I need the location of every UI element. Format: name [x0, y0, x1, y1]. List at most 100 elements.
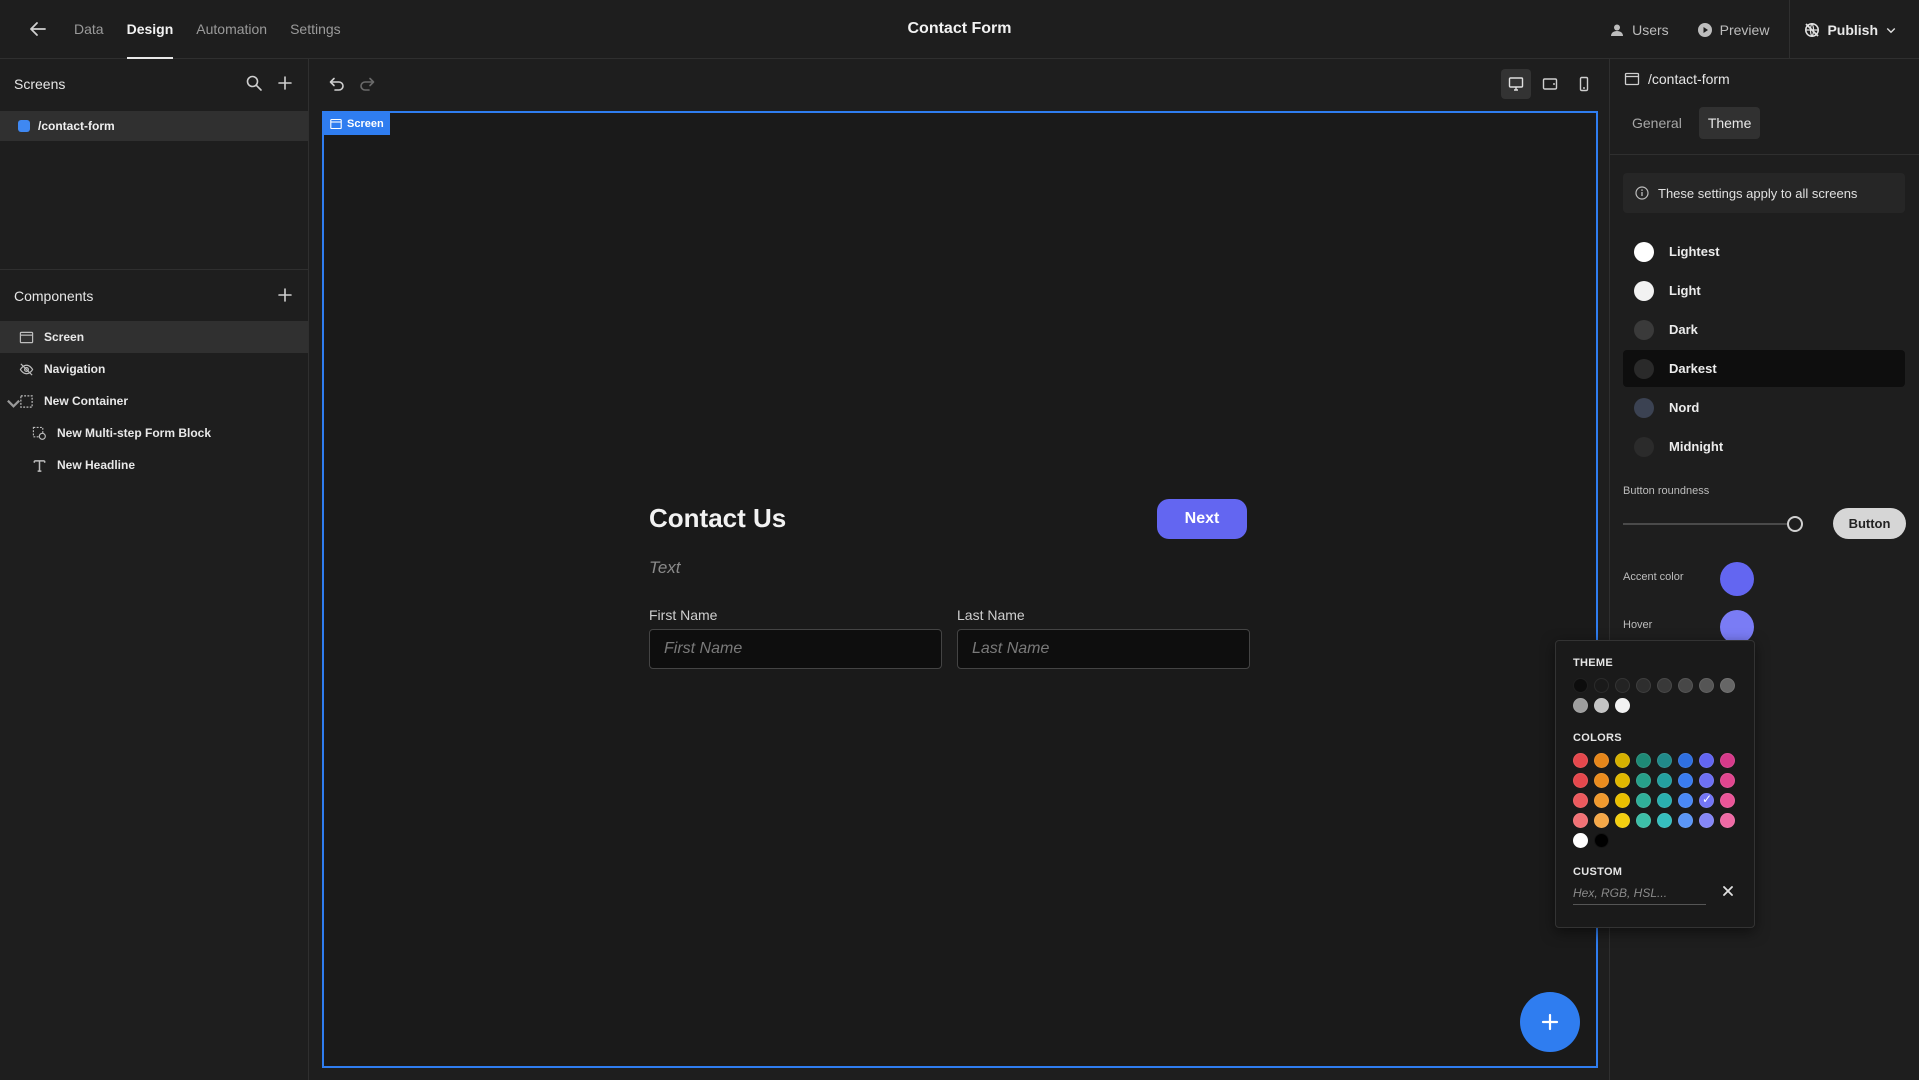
color-swatch[interactable] [1594, 773, 1609, 788]
color-swatch[interactable] [1573, 773, 1588, 788]
color-swatch[interactable] [1573, 678, 1588, 693]
color-swatch[interactable] [1678, 813, 1693, 828]
color-swatch[interactable] [1594, 698, 1609, 713]
screen-tag[interactable]: Screen [324, 113, 390, 135]
components-header: Components [0, 270, 308, 318]
publish-button[interactable]: Publish [1789, 0, 1919, 59]
theme-option-dark[interactable]: Dark [1623, 311, 1905, 348]
form-text-placeholder[interactable]: Text [649, 558, 681, 578]
color-swatch[interactable] [1699, 753, 1714, 768]
color-swatch[interactable] [1699, 813, 1714, 828]
color-swatch[interactable] [1699, 773, 1714, 788]
desktop-view-button[interactable] [1501, 69, 1531, 99]
color-swatch[interactable] [1615, 753, 1630, 768]
color-swatch[interactable] [1615, 793, 1630, 808]
slider-thumb[interactable] [1787, 516, 1803, 532]
component-item-multistep-form[interactable]: New Multi-step Form Block [0, 417, 308, 449]
tab-design[interactable]: Design [126, 0, 173, 59]
screen-frame[interactable]: Screen Contact Us Next Text First Name L… [322, 111, 1598, 1068]
color-swatch[interactable] [1657, 793, 1672, 808]
last-name-field[interactable] [957, 629, 1250, 669]
color-swatch[interactable] [1594, 813, 1609, 828]
component-item-screen[interactable]: Screen [0, 321, 308, 353]
color-swatch[interactable] [1594, 753, 1609, 768]
close-icon[interactable] [1721, 884, 1735, 898]
color-swatch[interactable] [1657, 773, 1672, 788]
color-swatch[interactable] [1573, 698, 1588, 713]
add-component-fab[interactable] [1520, 992, 1580, 1052]
component-item-navigation[interactable]: Navigation [0, 353, 308, 385]
next-button[interactable]: Next [1157, 499, 1247, 539]
hover-color-label: Hover [1623, 619, 1653, 631]
color-swatch[interactable] [1615, 678, 1630, 693]
redo-icon[interactable] [358, 74, 378, 94]
plus-icon [1540, 1012, 1560, 1032]
button-preview[interactable]: Button [1833, 508, 1906, 539]
accent-color-swatch[interactable] [1720, 562, 1754, 596]
color-swatch[interactable] [1615, 813, 1630, 828]
component-item-new-container[interactable]: New Container [0, 385, 308, 417]
color-swatch[interactable] [1636, 753, 1651, 768]
left-panel: Screens /contact-form Components Screen [0, 59, 309, 1080]
color-swatch[interactable] [1720, 813, 1735, 828]
color-swatch[interactable] [1699, 792, 1714, 808]
button-roundness-slider[interactable] [1623, 516, 1803, 532]
tab-theme[interactable]: Theme [1698, 107, 1761, 139]
color-swatch[interactable] [1573, 813, 1588, 828]
color-swatch[interactable] [1573, 753, 1588, 768]
color-swatch[interactable] [1720, 793, 1735, 808]
add-component-icon[interactable] [276, 286, 294, 304]
color-swatch[interactable] [1636, 793, 1651, 808]
tab-settings[interactable]: Settings [290, 0, 341, 59]
color-swatch[interactable] [1636, 813, 1651, 828]
screen-item-contact-form[interactable]: /contact-form [0, 111, 308, 141]
grid-spacer [1615, 833, 1630, 848]
color-swatch[interactable] [1678, 793, 1693, 808]
tab-automation[interactable]: Automation [196, 0, 267, 59]
chevron-down-icon[interactable] [6, 396, 20, 408]
color-swatch[interactable] [1699, 678, 1714, 693]
color-swatch[interactable] [1657, 753, 1672, 768]
color-swatch[interactable] [1573, 793, 1588, 808]
color-swatch[interactable] [1720, 773, 1735, 788]
hover-color-swatch[interactable] [1720, 610, 1754, 644]
color-swatch[interactable] [1657, 678, 1672, 693]
color-swatch[interactable] [1594, 833, 1609, 848]
search-icon[interactable] [245, 74, 263, 92]
color-swatch[interactable] [1615, 698, 1630, 713]
color-swatch[interactable] [1573, 833, 1588, 848]
theme-option-lightest[interactable]: Lightest [1623, 233, 1905, 270]
color-swatch[interactable] [1678, 678, 1693, 693]
component-item-new-headline[interactable]: New Headline [0, 449, 308, 481]
device-switcher [1501, 69, 1599, 99]
undo-icon[interactable] [326, 74, 346, 94]
color-swatch[interactable] [1594, 793, 1609, 808]
tablet-view-button[interactable] [1535, 69, 1565, 99]
color-swatch[interactable] [1720, 753, 1735, 768]
users-button[interactable]: Users [1595, 22, 1683, 38]
theme-option-darkest[interactable]: Darkest [1623, 350, 1905, 387]
preview-button[interactable]: Preview [1683, 22, 1784, 38]
custom-color-input[interactable] [1573, 881, 1706, 905]
color-swatch[interactable] [1615, 773, 1630, 788]
color-swatch[interactable] [1636, 773, 1651, 788]
form-headline[interactable]: Contact Us [649, 503, 786, 534]
component-label: Navigation [44, 362, 106, 376]
first-name-field[interactable] [649, 629, 942, 669]
add-screen-icon[interactable] [276, 74, 294, 92]
theme-option-nord[interactable]: Nord [1623, 389, 1905, 426]
color-swatch[interactable] [1678, 773, 1693, 788]
theme-option-midnight[interactable]: Midnight [1623, 428, 1905, 465]
color-swatch[interactable] [1594, 678, 1609, 693]
back-arrow-icon[interactable] [26, 17, 50, 41]
mobile-view-button[interactable] [1569, 69, 1599, 99]
color-swatch[interactable] [1720, 678, 1735, 693]
color-swatch[interactable] [1636, 678, 1651, 693]
tab-general[interactable]: General [1623, 107, 1691, 139]
color-swatch[interactable] [1678, 753, 1693, 768]
theme-option-light[interactable]: Light [1623, 272, 1905, 309]
color-swatch[interactable] [1657, 813, 1672, 828]
top-nav: Data Design Automation Settings [74, 0, 341, 59]
tab-data[interactable]: Data [74, 0, 104, 59]
screen-icon [19, 330, 34, 345]
